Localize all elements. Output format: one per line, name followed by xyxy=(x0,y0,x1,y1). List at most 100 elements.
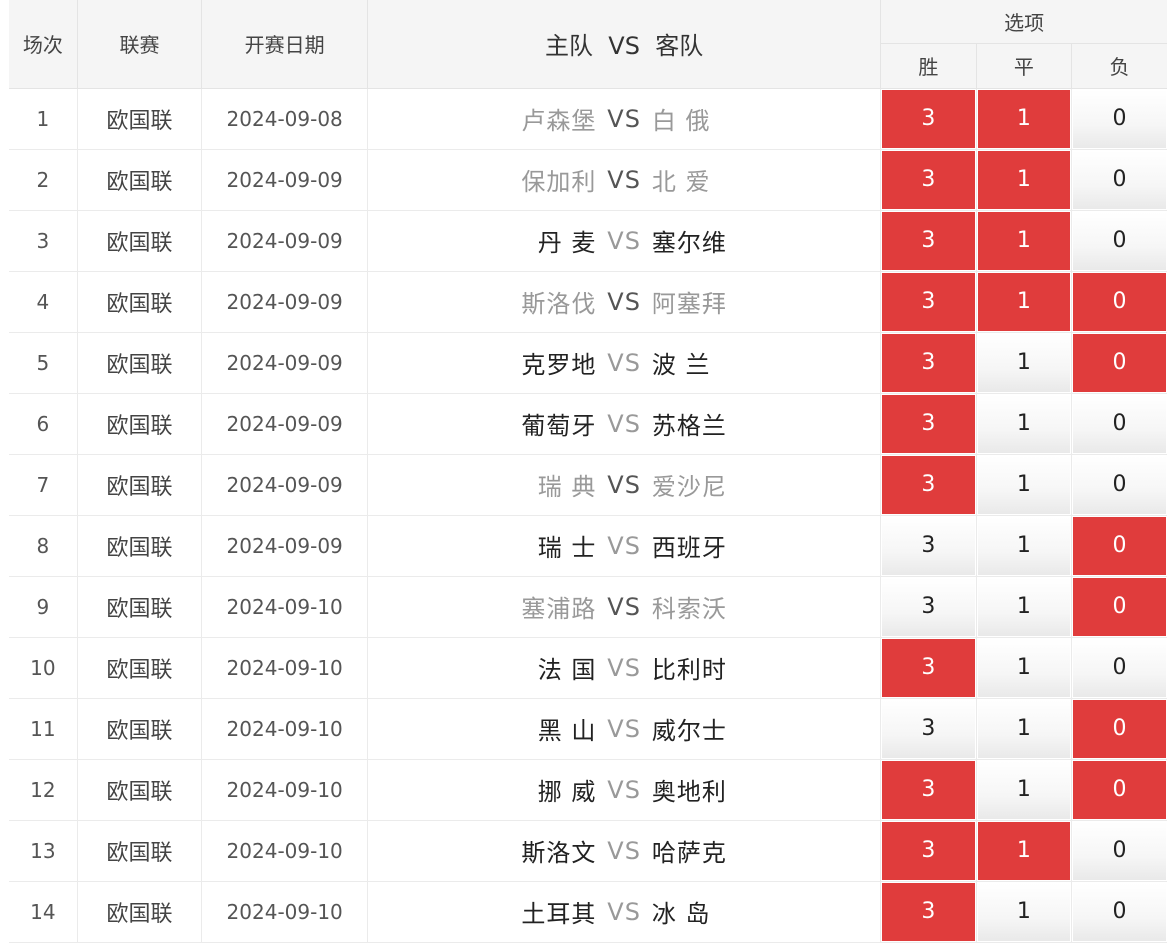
option-draw-button[interactable]: 1 xyxy=(977,211,1071,270)
match-teams: 黑 山 VS 威尔士 xyxy=(368,711,880,746)
row-index: 11 xyxy=(9,698,78,760)
home-team: 斯洛文 xyxy=(521,839,597,867)
row-date: 2024-09-10 xyxy=(201,576,369,638)
row-date: 2024-09-09 xyxy=(201,210,369,272)
option-lose-cell: 0 xyxy=(1071,149,1167,211)
header-idx: 场次 xyxy=(9,0,78,89)
option-draw-button[interactable]: 1 xyxy=(977,638,1071,697)
row-index: 13 xyxy=(9,820,78,882)
option-lose-button[interactable]: 0 xyxy=(1073,150,1166,209)
option-win-cell: 3 xyxy=(880,515,977,577)
row-index: 5 xyxy=(9,332,78,394)
header-league: 联赛 xyxy=(77,0,203,89)
option-lose-button[interactable]: 0 xyxy=(1073,455,1166,514)
match-teams: 瑞 士 VS 西班牙 xyxy=(368,528,880,563)
option-lose-cell: 0 xyxy=(1071,210,1167,272)
row-match: 克罗地 VS 波 兰 xyxy=(367,332,882,394)
row-index: 2 xyxy=(9,149,78,211)
option-draw-button[interactable]: 1 xyxy=(977,760,1071,819)
option-win-button[interactable]: 3 xyxy=(882,821,975,880)
table-row: 5 欧国联 2024-09-09 克罗地 VS 波 兰 310 xyxy=(9,332,1167,394)
option-lose-button[interactable]: 0 xyxy=(1073,211,1166,270)
row-league: 欧国联 xyxy=(77,637,203,699)
option-win-cell: 3 xyxy=(880,759,977,821)
option-draw-cell: 1 xyxy=(976,881,1073,943)
option-win-cell: 3 xyxy=(880,637,977,699)
away-team: 科索沃 xyxy=(651,595,727,623)
away-team: 北 爱 xyxy=(651,168,711,196)
option-draw-button[interactable]: 1 xyxy=(977,333,1071,392)
table-row: 4 欧国联 2024-09-09 斯洛伐 VS 阿塞拜 3 1 0 xyxy=(9,271,1167,333)
row-date: 2024-09-10 xyxy=(201,881,369,943)
away-team: 冰 岛 xyxy=(651,900,711,928)
option-draw-button[interactable]: 1 xyxy=(977,272,1071,331)
row-date: 2024-09-09 xyxy=(201,149,369,211)
option-lose-button[interactable]: 0 xyxy=(1073,882,1166,941)
option-lose-button[interactable]: 0 xyxy=(1073,577,1166,636)
table-row: 12 欧国联 2024-09-10 挪 威 VS 奥地利 3 1 0 xyxy=(9,759,1167,821)
option-lose-cell: 0 xyxy=(1071,576,1167,638)
home-team: 黑 山 xyxy=(537,717,597,745)
row-league: 欧国联 xyxy=(77,576,203,638)
header-match: 主队 VS 客队 xyxy=(367,0,882,89)
option-win-button[interactable]: 3 xyxy=(882,699,975,758)
option-win-button[interactable]: 3 xyxy=(882,150,975,209)
row-match: 葡萄牙 VS 苏格兰 xyxy=(367,393,882,455)
row-league: 欧国联 xyxy=(77,698,203,760)
row-date: 2024-09-08 xyxy=(201,88,369,150)
away-team: 苏格兰 xyxy=(651,412,727,440)
option-lose-button[interactable]: 0 xyxy=(1073,699,1166,758)
option-lose-button[interactable]: 0 xyxy=(1073,638,1166,697)
option-draw-cell: 1 xyxy=(976,332,1073,394)
away-team: 比利时 xyxy=(651,656,727,684)
row-league: 欧国联 xyxy=(77,454,203,516)
match-teams: 法 国 VS 比利时 xyxy=(368,650,880,685)
row-match: 斯洛伐 VS 阿塞拜 xyxy=(367,271,882,333)
option-draw-button[interactable]: 1 xyxy=(977,455,1071,514)
row-league: 欧国联 xyxy=(77,149,203,211)
option-win-button[interactable]: 3 xyxy=(882,577,975,636)
vs-label: VS xyxy=(607,897,641,926)
option-win-cell: 3 xyxy=(880,149,977,211)
table-row: 13 欧国联 2024-09-10 斯洛文 VS 哈萨克 3 1 0 xyxy=(9,820,1167,882)
home-team: 法 国 xyxy=(537,656,597,684)
row-match: 土耳其 VS 冰 岛 xyxy=(367,881,882,943)
match-teams: 挪 威 VS 奥地利 xyxy=(368,772,880,807)
option-win-button[interactable]: 3 xyxy=(882,272,975,331)
vs-label: VS xyxy=(607,104,641,133)
vs-label: VS xyxy=(607,592,641,621)
option-draw-button[interactable]: 1 xyxy=(977,394,1071,453)
option-win-cell: 3 xyxy=(880,332,977,394)
row-date: 2024-09-09 xyxy=(201,515,369,577)
option-win-button[interactable]: 3 xyxy=(882,211,975,270)
option-draw-cell: 1 xyxy=(976,515,1073,577)
option-win-button[interactable]: 3 xyxy=(882,882,975,941)
table-row: 7 欧国联 2024-09-09 瑞 典 VS 爱沙尼 3 1 0 xyxy=(9,454,1167,516)
option-draw-button[interactable]: 1 xyxy=(977,89,1071,148)
option-win-button[interactable]: 3 xyxy=(882,516,975,575)
match-table-container: 场次 联赛 开赛日期 主队 VS 客队 选项 胜 平 负 1 欧国联 2024-09… xyxy=(9,0,1167,949)
option-draw-button[interactable]: 1 xyxy=(977,882,1071,941)
option-draw-button[interactable]: 1 xyxy=(977,821,1071,880)
option-draw-button[interactable]: 1 xyxy=(977,516,1071,575)
option-win-cell: 3 xyxy=(880,820,977,882)
option-lose-button[interactable]: 0 xyxy=(1073,89,1166,148)
option-win-button[interactable]: 3 xyxy=(882,455,975,514)
option-lose-button[interactable]: 0 xyxy=(1073,760,1166,819)
option-win-button[interactable]: 3 xyxy=(882,333,975,392)
table-row: 11 欧国联 2024-09-10 黑 山 VS 威尔士 3 1 0 xyxy=(9,698,1167,760)
match-teams: 丹 麦 VS 塞尔维 xyxy=(368,223,880,258)
option-draw-cell: 1 xyxy=(976,271,1073,333)
option-draw-button[interactable]: 1 xyxy=(977,699,1071,758)
option-draw-button[interactable]: 1 xyxy=(977,150,1071,209)
option-lose-button[interactable]: 0 xyxy=(1073,821,1166,880)
option-lose-button[interactable]: 0 xyxy=(1073,516,1166,575)
option-draw-button[interactable]: 1 xyxy=(977,577,1071,636)
option-lose-button[interactable]: 0 xyxy=(1073,333,1166,392)
option-lose-button[interactable]: 0 xyxy=(1073,272,1166,331)
option-win-button[interactable]: 3 xyxy=(882,638,975,697)
option-win-button[interactable]: 3 xyxy=(882,394,975,453)
option-lose-button[interactable]: 0 xyxy=(1073,394,1166,453)
option-win-button[interactable]: 3 xyxy=(882,89,975,148)
option-win-button[interactable]: 3 xyxy=(882,760,975,819)
